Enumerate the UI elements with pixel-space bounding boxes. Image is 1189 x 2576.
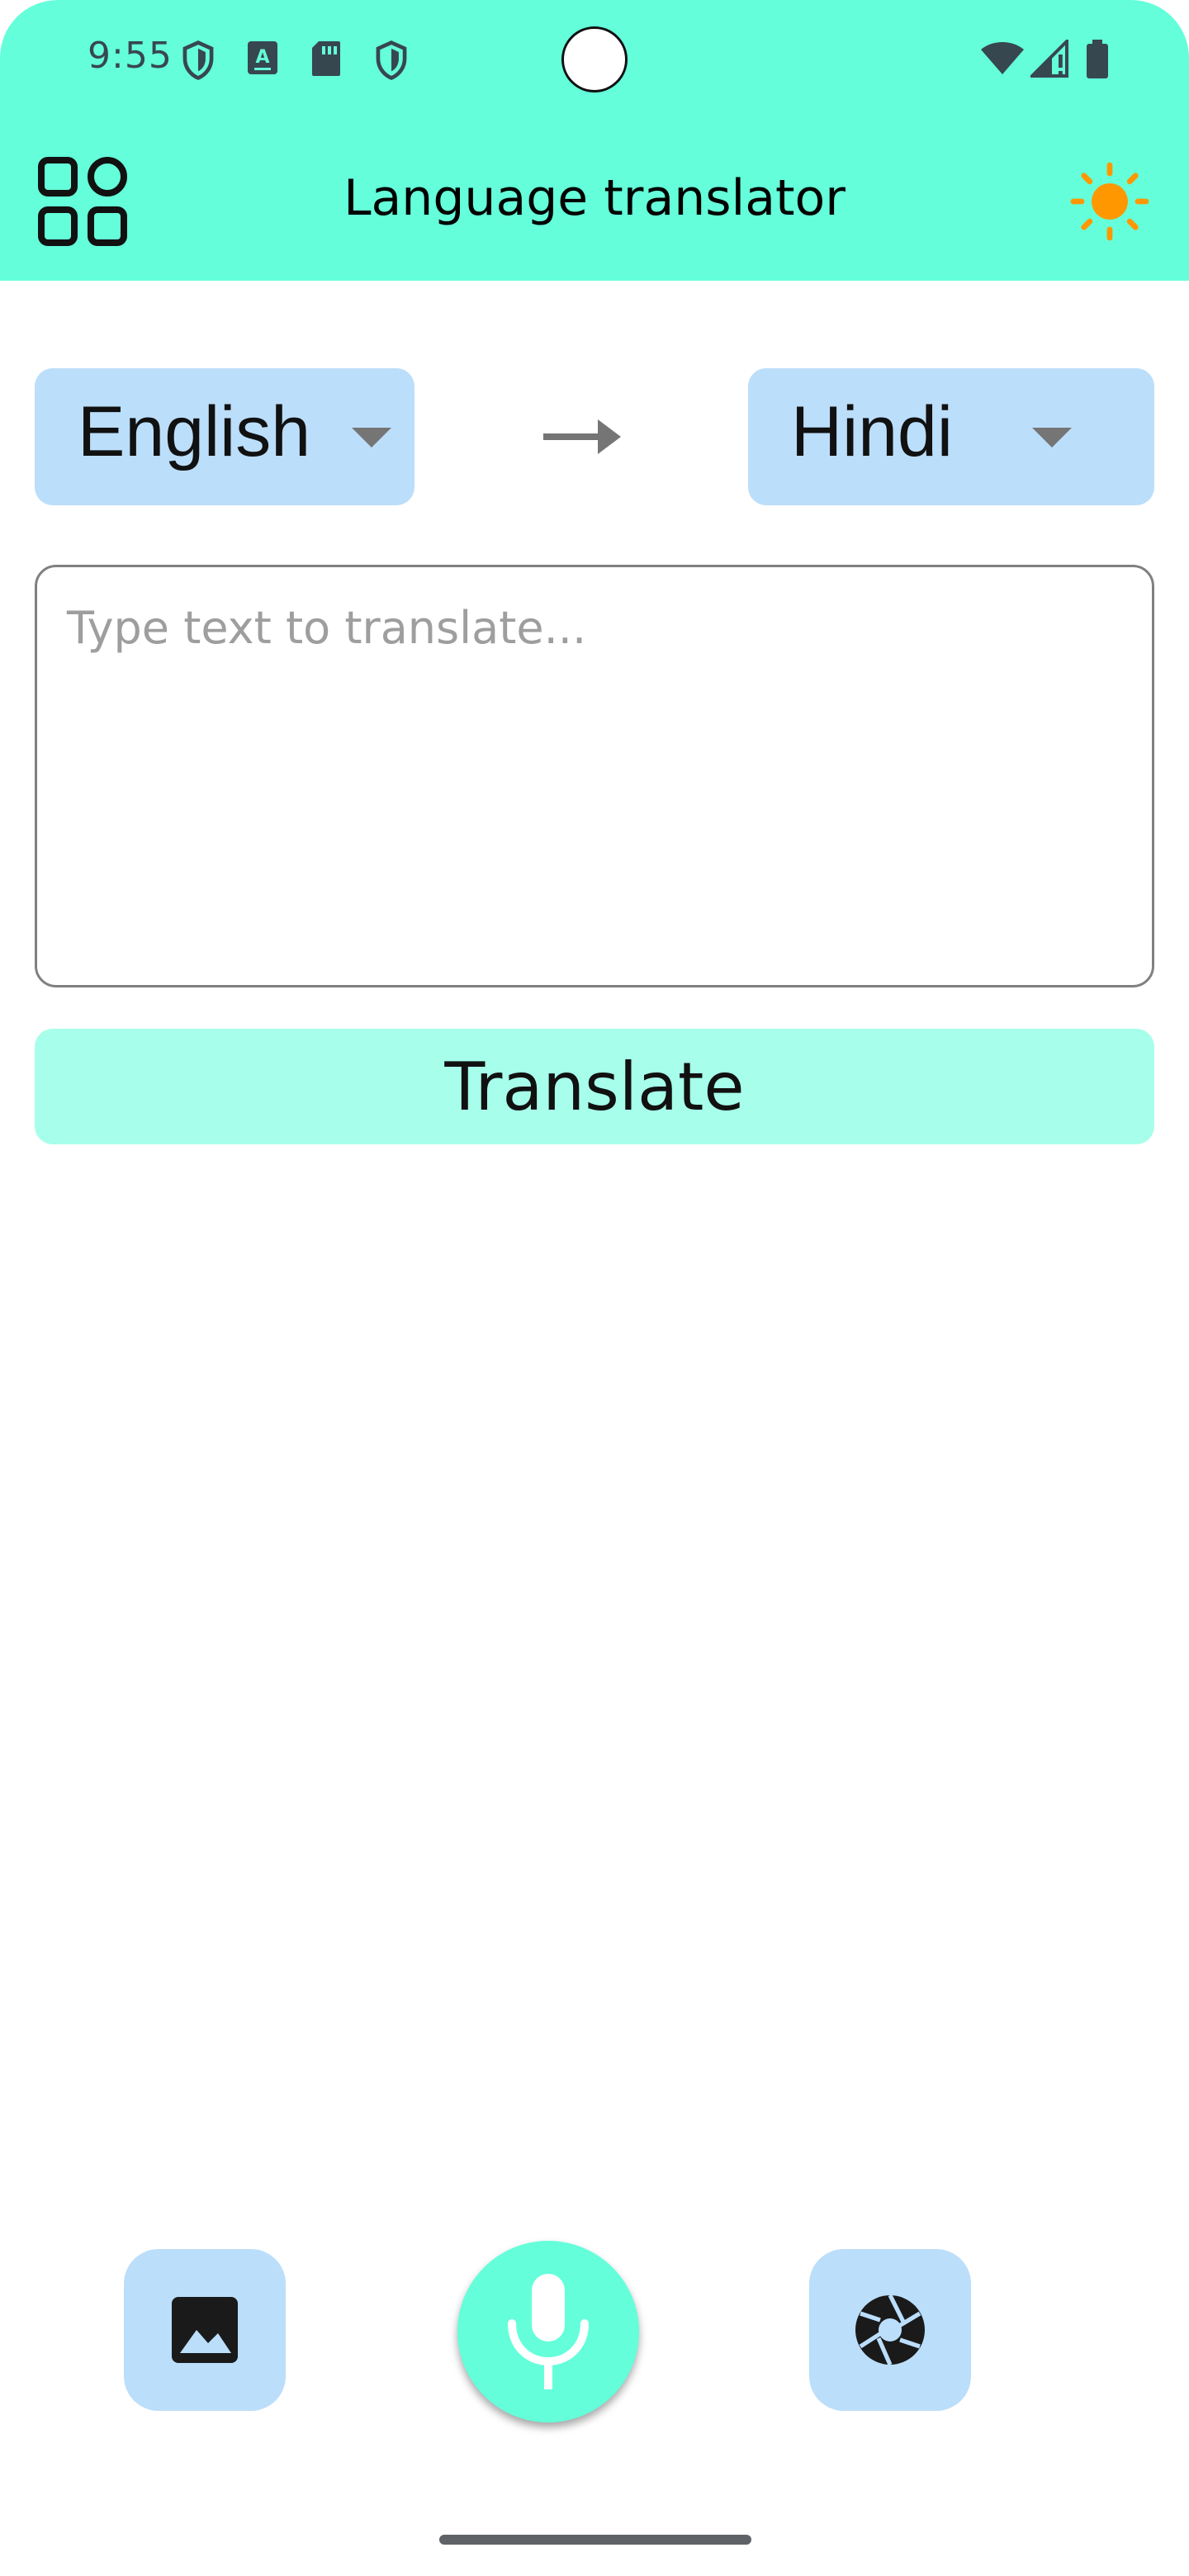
shield-icon <box>182 40 214 80</box>
image-button[interactable] <box>124 2249 286 2411</box>
source-language-label: English <box>78 392 311 471</box>
page-title: Language translator <box>343 169 846 227</box>
home-indicator[interactable] <box>439 2535 751 2545</box>
microphone-icon <box>508 2274 589 2389</box>
translate-button[interactable]: Translate <box>35 1029 1154 1144</box>
chevron-down-icon <box>1032 428 1072 447</box>
wifi-icon <box>981 42 1024 74</box>
camera-shutter-icon <box>855 2294 925 2366</box>
status-bar: 9:55 A <box>0 0 1189 124</box>
chevron-down-icon <box>352 428 391 447</box>
cellular-signal-icon <box>1030 40 1068 78</box>
translate-input-box <box>35 565 1154 987</box>
svg-text:A: A <box>255 47 269 68</box>
camera-cutout <box>561 26 628 92</box>
shield-icon <box>376 40 407 80</box>
sun-icon[interactable] <box>1070 162 1149 241</box>
image-icon <box>172 2297 238 2363</box>
target-language-label: Hindi <box>791 392 953 471</box>
camera-button[interactable] <box>809 2249 971 2411</box>
sd-card-icon <box>312 41 340 76</box>
microphone-button[interactable] <box>457 2241 639 2422</box>
keyboard-a-icon: A <box>248 41 277 74</box>
translate-input[interactable] <box>65 600 1125 959</box>
source-language-dropdown[interactable]: English <box>35 368 414 505</box>
arrow-right-icon <box>543 419 621 454</box>
app-header: 9:55 A Language translator <box>0 0 1189 281</box>
status-time: 9:55 <box>88 35 173 77</box>
battery-icon <box>1087 40 1108 78</box>
target-language-dropdown[interactable]: Hindi <box>748 368 1154 505</box>
